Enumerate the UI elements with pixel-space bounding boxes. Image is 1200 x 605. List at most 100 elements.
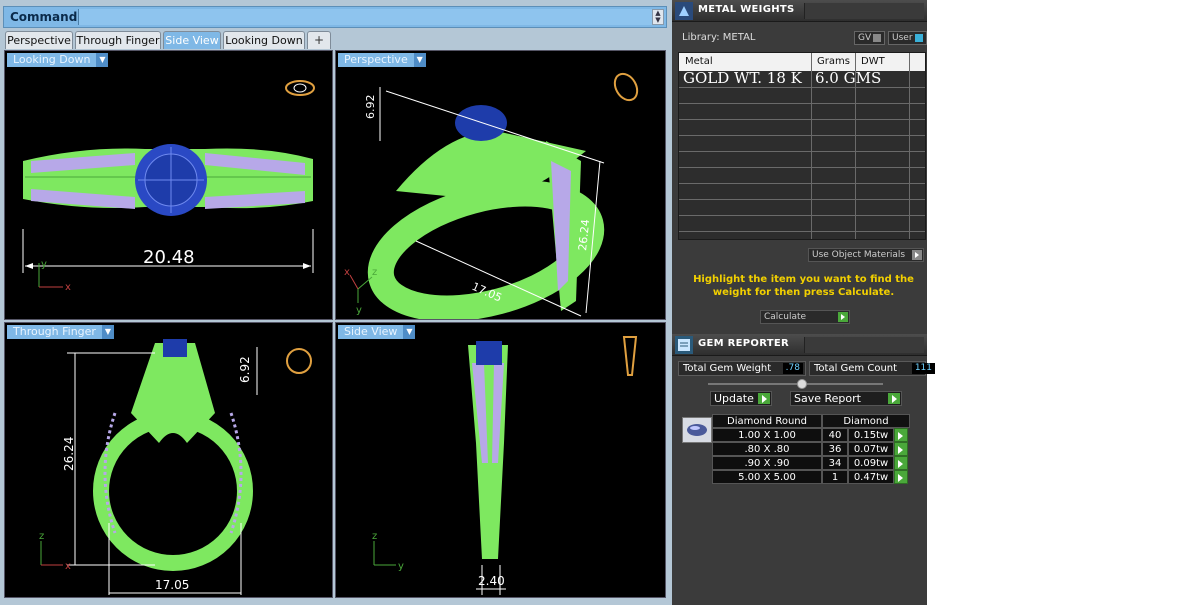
dim-width-label: 2.40	[478, 574, 505, 588]
user-toggle[interactable]: User	[888, 31, 927, 45]
chevron-down-icon[interactable]: ▼	[403, 325, 416, 339]
axis-label: z	[372, 267, 377, 278]
right-panels: METAL WEIGHTS Library: METAL GV User Met…	[672, 0, 935, 605]
chevron-down-icon[interactable]: ▼	[413, 53, 426, 67]
ring-front-view: 26.24 6.92 17.05 z x	[39, 339, 312, 595]
row-divider	[679, 167, 925, 168]
row-divider	[679, 215, 925, 216]
instruction-text: Highlight the item you want to find the …	[693, 274, 914, 298]
row-divider	[679, 231, 925, 232]
add-tab-button[interactable]: +	[307, 31, 331, 49]
viewport-label[interactable]: Perspective ▼	[338, 53, 426, 67]
axis-label: x	[65, 561, 71, 572]
col-divider	[909, 53, 910, 239]
button-label: Update	[714, 392, 754, 405]
gem-size: .80 X .80	[712, 442, 822, 456]
use-object-materials-button[interactable]: Use Object Materials	[808, 248, 924, 262]
scale-icon	[675, 2, 693, 20]
tab-looking-down[interactable]: Looking Down	[223, 31, 305, 49]
column-header: Diamond	[822, 414, 910, 428]
plus-icon: +	[313, 33, 325, 47]
gv-toggle[interactable]: GV	[854, 31, 886, 45]
col-divider	[811, 53, 812, 239]
viewport-label-text: Looking Down	[13, 53, 91, 66]
gv-label: GV	[858, 33, 872, 43]
tab-side-view[interactable]: Side View	[163, 31, 221, 49]
axis-label: y	[41, 259, 47, 270]
field-label: Total Gem Weight	[683, 363, 772, 374]
viewport-label[interactable]: Looking Down ▼	[7, 53, 109, 67]
viewport-label[interactable]: Side View ▼	[338, 325, 416, 339]
slider-knob[interactable]	[797, 379, 807, 389]
dim-height-label: 26.24	[62, 437, 76, 471]
select-gem-button[interactable]	[894, 456, 908, 470]
titlebar-spacer	[804, 3, 924, 19]
row-divider	[679, 183, 925, 184]
dim-a-label: 6.92	[364, 95, 377, 120]
dim-prong-label: 6.92	[238, 356, 252, 383]
viewport-label-text: Side View	[344, 325, 398, 338]
command-scroll-arrows-icon[interactable]: ▲ ▼	[652, 9, 664, 25]
select-gem-button[interactable]	[894, 428, 908, 442]
field-label: Total Gem Count	[814, 363, 898, 374]
gem-weight: 0.09tw	[848, 456, 894, 470]
total-gem-count-value: 111	[911, 363, 935, 374]
gem-report-icon	[675, 336, 693, 354]
viewport-label-text: Through Finger	[13, 325, 96, 338]
tab-through-finger[interactable]: Through Finger	[75, 31, 161, 49]
gem-size: 1.00 X 1.00	[712, 428, 822, 442]
toggle-icon	[912, 250, 922, 260]
select-gem-button[interactable]	[894, 442, 908, 456]
column-header: Grams	[817, 56, 850, 67]
viewport-perspective[interactable]: 6.92 26.24 17.05 z x y Perspective ▼	[335, 50, 666, 320]
column-header: Metal	[685, 56, 713, 67]
library-label: Library: METAL	[682, 32, 756, 43]
total-gem-count: Total Gem Count 111	[809, 361, 935, 376]
viewport-side-view[interactable]: 2.40 z y Side View ▼	[335, 322, 666, 598]
gem-weight: 0.15tw	[848, 428, 894, 442]
user-label: User	[892, 33, 913, 43]
ring-side-view: 2.40 z y	[372, 336, 638, 595]
play-icon	[758, 393, 770, 404]
diamond-icon	[682, 417, 712, 443]
axis-label: z	[372, 531, 377, 542]
metal-weights-titlebar: METAL WEIGHTS	[672, 0, 927, 22]
metal-table: Metal Grams DWT GOLD WT. 18 K 6.0 GMS	[678, 52, 926, 240]
axis-label: x	[344, 267, 350, 278]
viewport-label[interactable]: Through Finger ▼	[7, 325, 114, 339]
tab-label: Looking Down	[225, 34, 303, 47]
command-bar: Command: ▲ ▼	[3, 6, 667, 28]
gem-size: .90 X .90	[712, 456, 822, 470]
metal-name: GOLD WT. 18 K	[683, 69, 802, 87]
total-gem-weight-value: .78	[782, 363, 803, 374]
total-gem-weight: Total Gem Weight .78	[678, 361, 806, 376]
command-input[interactable]	[78, 9, 654, 25]
gem-weight: 0.07tw	[848, 442, 894, 456]
update-button[interactable]: Update	[710, 391, 772, 406]
viewport-through-finger[interactable]: 26.24 6.92 17.05 z x Through Finger ▼	[4, 322, 333, 598]
ring-perspective-view: 6.92 26.24 17.05 z x y	[344, 72, 639, 319]
col-divider	[855, 53, 856, 239]
splitter-slider[interactable]	[708, 379, 883, 389]
chevron-down-icon[interactable]: ▼	[96, 53, 109, 67]
tab-perspective[interactable]: Perspective	[5, 31, 73, 49]
row-divider	[679, 199, 925, 200]
panel-title: METAL WEIGHTS	[698, 4, 795, 15]
metal-grams: 6.0 GMS	[815, 69, 882, 87]
titlebar-spacer	[804, 337, 924, 353]
tab-label: Through Finger	[76, 34, 160, 47]
tab-label: Side View	[165, 34, 219, 47]
button-label: Use Object Materials	[812, 250, 906, 260]
save-report-button[interactable]: Save Report	[790, 391, 902, 406]
axis-label: y	[398, 561, 404, 572]
row-divider	[679, 135, 925, 136]
metal-row[interactable]: GOLD WT. 18 K 6.0 GMS	[679, 69, 925, 87]
viewport-looking-down[interactable]: 20.48 y x Looking Down ▼	[4, 50, 333, 320]
calculate-button[interactable]: Calculate	[760, 310, 850, 324]
panel-title: GEM REPORTER	[698, 338, 790, 349]
gem-count: 34	[822, 456, 848, 470]
toggle-square-icon	[873, 33, 882, 42]
chevron-down-icon[interactable]: ▼	[101, 325, 114, 339]
select-gem-button[interactable]	[894, 470, 908, 484]
axis-label: x	[65, 282, 71, 293]
